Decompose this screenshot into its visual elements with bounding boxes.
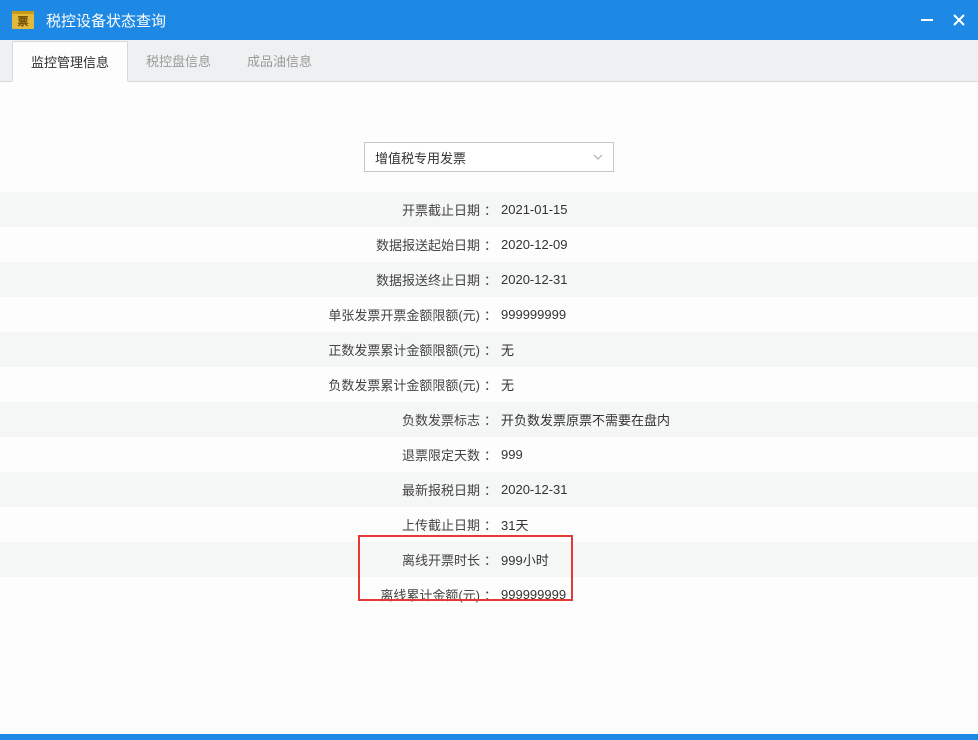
field-row: 退票限定天数：999 bbox=[0, 437, 978, 472]
field-value: 999 bbox=[501, 447, 523, 462]
field-label: 开票截止日期 bbox=[0, 200, 480, 219]
field-row: 正数发票累计金额限额(元)：无 bbox=[0, 332, 978, 367]
select-value: 增值税专用发票 bbox=[375, 148, 466, 167]
tab-label: 成品油信息 bbox=[247, 51, 312, 70]
field-value: 999小时 bbox=[501, 550, 549, 569]
field-label: 上传截止日期 bbox=[0, 515, 480, 534]
field-label: 最新报税日期 bbox=[0, 480, 480, 499]
titlebar: 票 税控设备状态查询 bbox=[0, 0, 978, 40]
tab-label: 监控管理信息 bbox=[31, 52, 109, 71]
window-title: 税控设备状态查询 bbox=[46, 10, 918, 31]
tab-label: 税控盘信息 bbox=[146, 51, 211, 70]
field-label: 离线累计金额(元) bbox=[0, 585, 480, 604]
tab-oil-info[interactable]: 成品油信息 bbox=[229, 40, 330, 81]
tab-tax-disk-info[interactable]: 税控盘信息 bbox=[128, 40, 229, 81]
field-value: 2020-12-31 bbox=[501, 272, 568, 287]
field-label: 单张发票开票金额限额(元) bbox=[0, 305, 480, 324]
footer-bar bbox=[0, 734, 978, 740]
field-value: 999999999 bbox=[501, 307, 566, 322]
field-value: 无 bbox=[501, 375, 514, 394]
chevron-down-icon bbox=[593, 150, 603, 165]
field-row: 最新报税日期：2020-12-31 bbox=[0, 472, 978, 507]
field-value: 2020-12-09 bbox=[501, 237, 568, 252]
field-row: 上传截止日期：31天 bbox=[0, 507, 978, 542]
tab-bar: 监控管理信息 税控盘信息 成品油信息 bbox=[0, 40, 978, 82]
field-label: 数据报送终止日期 bbox=[0, 270, 480, 289]
field-label: 负数发票标志 bbox=[0, 410, 480, 429]
field-label: 数据报送起始日期 bbox=[0, 235, 480, 254]
field-row: 数据报送起始日期：2020-12-09 bbox=[0, 227, 978, 262]
field-value: 2021-01-15 bbox=[501, 202, 568, 217]
field-label: 退票限定天数 bbox=[0, 445, 480, 464]
tab-monitor-info[interactable]: 监控管理信息 bbox=[12, 41, 128, 82]
close-button[interactable] bbox=[950, 11, 968, 29]
window-controls bbox=[918, 11, 968, 29]
app-logo-icon: 票 bbox=[10, 7, 36, 33]
invoice-type-select[interactable]: 增值税专用发票 bbox=[364, 142, 614, 172]
field-label: 负数发票累计金额限额(元) bbox=[0, 375, 480, 394]
field-row: 负数发票累计金额限额(元)：无 bbox=[0, 367, 978, 402]
field-value: 开负数发票原票不需要在盘内 bbox=[501, 410, 670, 429]
field-row: 开票截止日期：2021-01-15 bbox=[0, 192, 978, 227]
field-row: 负数发票标志：开负数发票原票不需要在盘内 bbox=[0, 402, 978, 437]
field-row: 离线开票时长：999小时 bbox=[0, 542, 978, 577]
svg-text:票: 票 bbox=[18, 15, 29, 28]
minimize-button[interactable] bbox=[918, 11, 936, 29]
app-window: 票 税控设备状态查询 监控管理信息 税控盘信息 成品油信息 增值税专用发票 bbox=[0, 0, 978, 740]
field-value: 31天 bbox=[501, 515, 528, 534]
field-value: 无 bbox=[501, 340, 514, 359]
content-area: 增值税专用发票 开票截止日期：2021-01-15 数据报送起始日期：2020-… bbox=[0, 82, 978, 734]
field-label: 正数发票累计金额限额(元) bbox=[0, 340, 480, 359]
field-row: 单张发票开票金额限额(元)：999999999 bbox=[0, 297, 978, 332]
field-value: 2020-12-31 bbox=[501, 482, 568, 497]
field-list: 开票截止日期：2021-01-15 数据报送起始日期：2020-12-09 数据… bbox=[0, 192, 978, 612]
select-row: 增值税专用发票 bbox=[0, 142, 978, 172]
field-label: 离线开票时长 bbox=[0, 550, 480, 569]
field-row: 离线累计金额(元)：999999999 bbox=[0, 577, 978, 612]
field-row: 数据报送终止日期：2020-12-31 bbox=[0, 262, 978, 297]
field-value: 999999999 bbox=[501, 587, 566, 602]
